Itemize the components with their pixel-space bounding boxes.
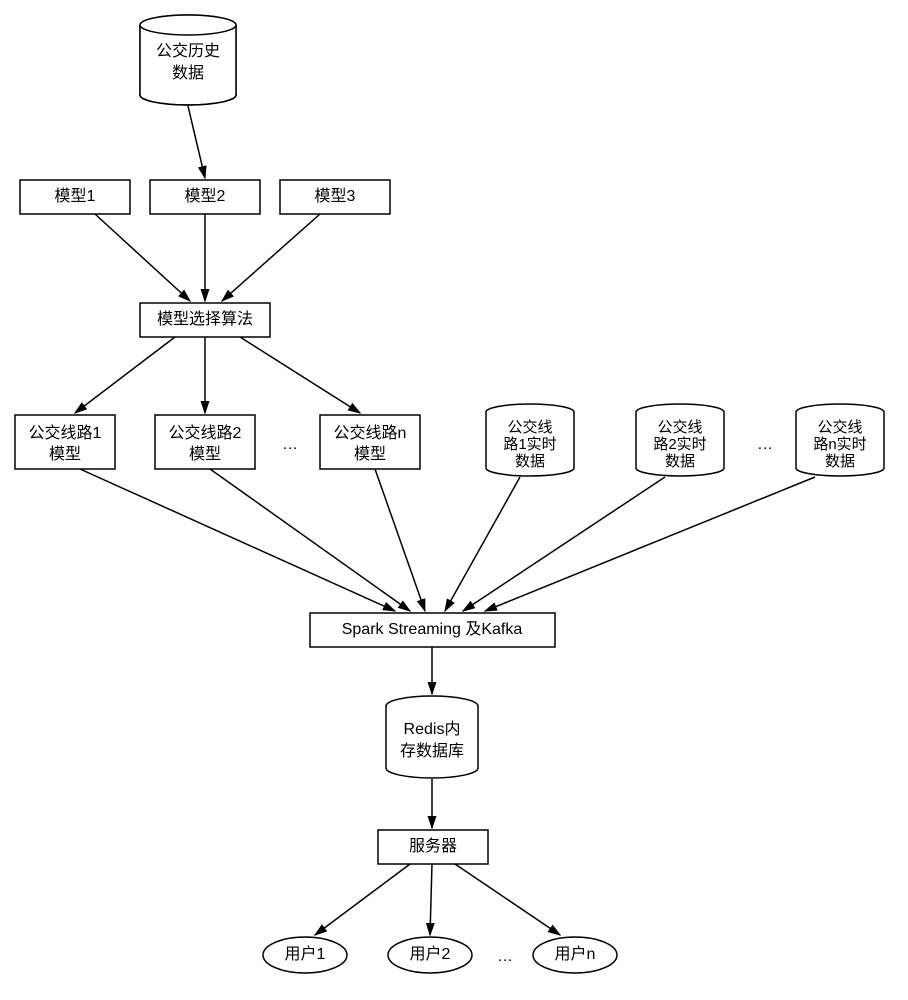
label-spark: Spark Streaming 及Kafka — [342, 621, 523, 638]
dots-realtime: … — [757, 436, 773, 453]
node-usern: 用户n — [533, 937, 617, 973]
label-rt2-l3: 数据 — [665, 453, 695, 470]
label-server: 服务器 — [409, 837, 457, 855]
dots-linemodels: … — [282, 436, 298, 453]
diagram-canvas: 公交历史数据 模型1 模型2 模型3 模型选择算法 公交线路1 模型 公交线路2 模… — [0, 0, 908, 1000]
node-model2: 模型2 — [150, 180, 260, 214]
node-user1: 用户1 — [263, 937, 347, 973]
label-history-l1: 公交历史 — [156, 42, 220, 60]
label-history-l2: 数据 — [172, 64, 204, 82]
label-rtn-l3: 数据 — [825, 453, 855, 470]
label-rt1-l1: 公交线 — [507, 418, 552, 436]
node-select: 模型选择算法 — [140, 303, 270, 337]
label-user1: 用户1 — [285, 945, 326, 963]
label-linen-l2: 模型 — [354, 445, 386, 463]
node-line2: 公交线路2 模型 — [155, 415, 255, 469]
label-line2-l2: 模型 — [189, 445, 221, 463]
node-user2: 用户2 — [388, 937, 472, 973]
node-server: 服务器 — [378, 830, 488, 864]
node-spark: Spark Streaming 及Kafka — [310, 613, 555, 647]
label-rtn-l1: 公交线 — [817, 418, 862, 436]
label-linen-l1: 公交线路n — [334, 424, 407, 442]
label-model2: 模型2 — [185, 187, 226, 205]
node-model3: 模型3 — [280, 180, 390, 214]
label-redis-l1: Redis内 — [404, 720, 461, 738]
node-redis: Redis内存数据库 — [386, 696, 478, 778]
label-line1-l1: 公交线路1 — [29, 424, 102, 442]
label-rt1-l3: 数据 — [515, 453, 545, 470]
label-line1-l2: 模型 — [49, 445, 81, 463]
label-rtn-l2: 路n实时 — [813, 436, 866, 453]
label-redis-l2: 存数据库 — [400, 742, 464, 760]
label-line2-l1: 公交线路2 — [169, 424, 242, 442]
label-select: 模型选择算法 — [157, 309, 253, 328]
node-history: 公交历史数据 — [140, 15, 236, 105]
node-rtn: 公交线路n实时数据 — [796, 404, 884, 476]
node-rt1: 公交线路1实时数据 — [486, 404, 574, 476]
label-rt2-l1: 公交线 — [657, 418, 702, 436]
label-model3: 模型3 — [315, 187, 356, 205]
label-model1: 模型1 — [55, 187, 96, 205]
label-rt1-l2: 路1实时 — [503, 436, 556, 453]
label-user2: 用户2 — [410, 945, 451, 963]
node-model1: 模型1 — [20, 180, 130, 214]
node-rt2: 公交线路2实时数据 — [636, 404, 724, 476]
label-usern: 用户n — [555, 945, 596, 963]
arrows — [75, 106, 815, 935]
label-rt2-l2: 路2实时 — [653, 436, 706, 453]
dots-users: … — [497, 948, 513, 965]
node-line1: 公交线路1 模型 — [15, 415, 115, 469]
node-linen: 公交线路n 模型 — [320, 415, 420, 469]
